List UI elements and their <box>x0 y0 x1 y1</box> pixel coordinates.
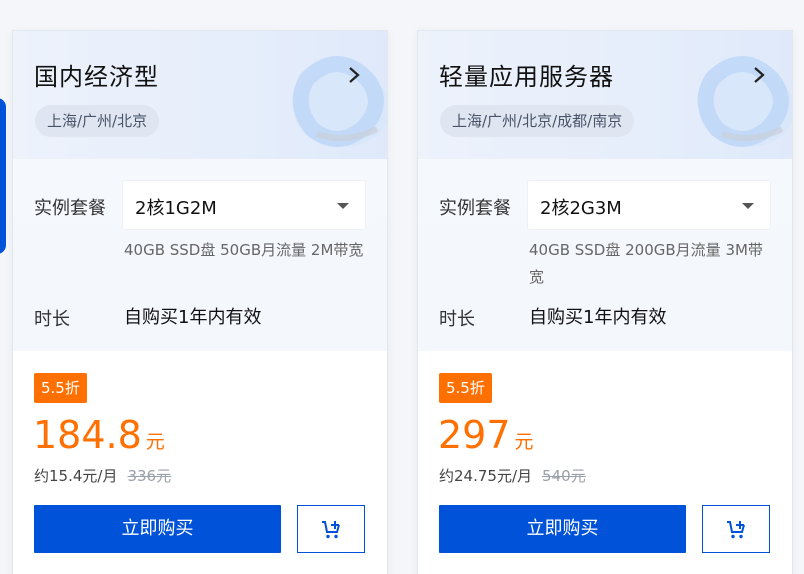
card-header[interactable]: 国内经济型 上海/广州/北京 <box>13 31 387 159</box>
price: 297 元 <box>438 413 534 457</box>
price-section: 5.5折 184.8 元 约15.4元/月 336元 立即购买 <box>13 351 387 574</box>
spec-select[interactable]: 2核1G2M <box>123 181 365 229</box>
decorative-graphic <box>292 56 387 147</box>
price-unit: 元 <box>145 431 165 453</box>
price-value: 184.8 <box>33 413 142 457</box>
duration-label: 时长 <box>34 309 70 330</box>
monthly-price-line: 约15.4元/月 336元 <box>34 465 171 486</box>
card-title: 轻量应用服务器 <box>439 63 614 91</box>
card-header[interactable]: 轻量应用服务器 上海/广州/北京/成都/南京 <box>418 31 792 159</box>
config-section: 实例套餐 2核1G2M 40GB SSD盘 50GB月流量 2M带宽 时长 自购… <box>13 159 387 351</box>
spec-description: 40GB SSD盘 200GB月流量 3M带宽 <box>529 241 763 286</box>
chevron-right-icon[interactable] <box>347 65 361 85</box>
monthly-price-line: 约24.75元/月 540元 <box>439 465 586 486</box>
region-tag: 上海/广州/北京/成都/南京 <box>440 105 635 137</box>
duration-value: 自购买1年内有效 <box>529 307 667 328</box>
buy-now-button[interactable]: 立即购买 <box>439 505 686 553</box>
card-title: 国内经济型 <box>34 63 159 91</box>
decorative-graphic <box>697 56 792 147</box>
duration-value: 自购买1年内有效 <box>124 307 262 328</box>
original-price: 336元 <box>127 467 172 485</box>
product-card-economy: 国内经济型 上海/广州/北京 实例套餐 2核1G2M 40GB SSD盘 50G… <box>12 30 388 574</box>
left-side-tab[interactable] <box>0 98 6 254</box>
add-to-cart-icon <box>322 521 340 539</box>
product-card-lighthouse: 轻量应用服务器 上海/广州/北京/成都/南京 实例套餐 2核2G3M 40GB … <box>417 30 793 574</box>
discount-badge: 5.5折 <box>439 373 492 403</box>
spec-select-value: 2核2G3M <box>540 198 622 219</box>
monthly-price: 约15.4元/月 <box>34 467 118 485</box>
caret-down-icon <box>742 203 754 209</box>
add-to-cart-button[interactable] <box>702 505 770 553</box>
add-to-cart-icon <box>727 521 745 539</box>
original-price: 540元 <box>542 467 586 485</box>
caret-down-icon <box>337 203 349 209</box>
config-section: 实例套餐 2核2G3M 40GB SSD盘 200GB月流量 3M带宽 时长 自… <box>418 159 792 351</box>
buy-now-button[interactable]: 立即购买 <box>34 505 281 553</box>
spec-label: 实例套餐 <box>439 198 511 219</box>
price-value: 297 <box>438 413 511 457</box>
monthly-price: 约24.75元/月 <box>439 467 532 485</box>
chevron-right-icon[interactable] <box>752 65 766 85</box>
region-tag: 上海/广州/北京 <box>35 105 160 137</box>
add-to-cart-button[interactable] <box>297 505 365 553</box>
duration-label: 时长 <box>439 309 475 330</box>
spec-select-value: 2核1G2M <box>135 198 217 219</box>
spec-label: 实例套餐 <box>34 198 106 219</box>
spec-select[interactable]: 2核2G3M <box>528 181 770 229</box>
price-section: 5.5折 297 元 约24.75元/月 540元 立即购买 <box>418 351 792 574</box>
discount-badge: 5.5折 <box>34 373 87 403</box>
spec-description: 40GB SSD盘 50GB月流量 2M带宽 <box>124 241 364 259</box>
price: 184.8 元 <box>33 413 165 457</box>
price-unit: 元 <box>514 431 534 453</box>
